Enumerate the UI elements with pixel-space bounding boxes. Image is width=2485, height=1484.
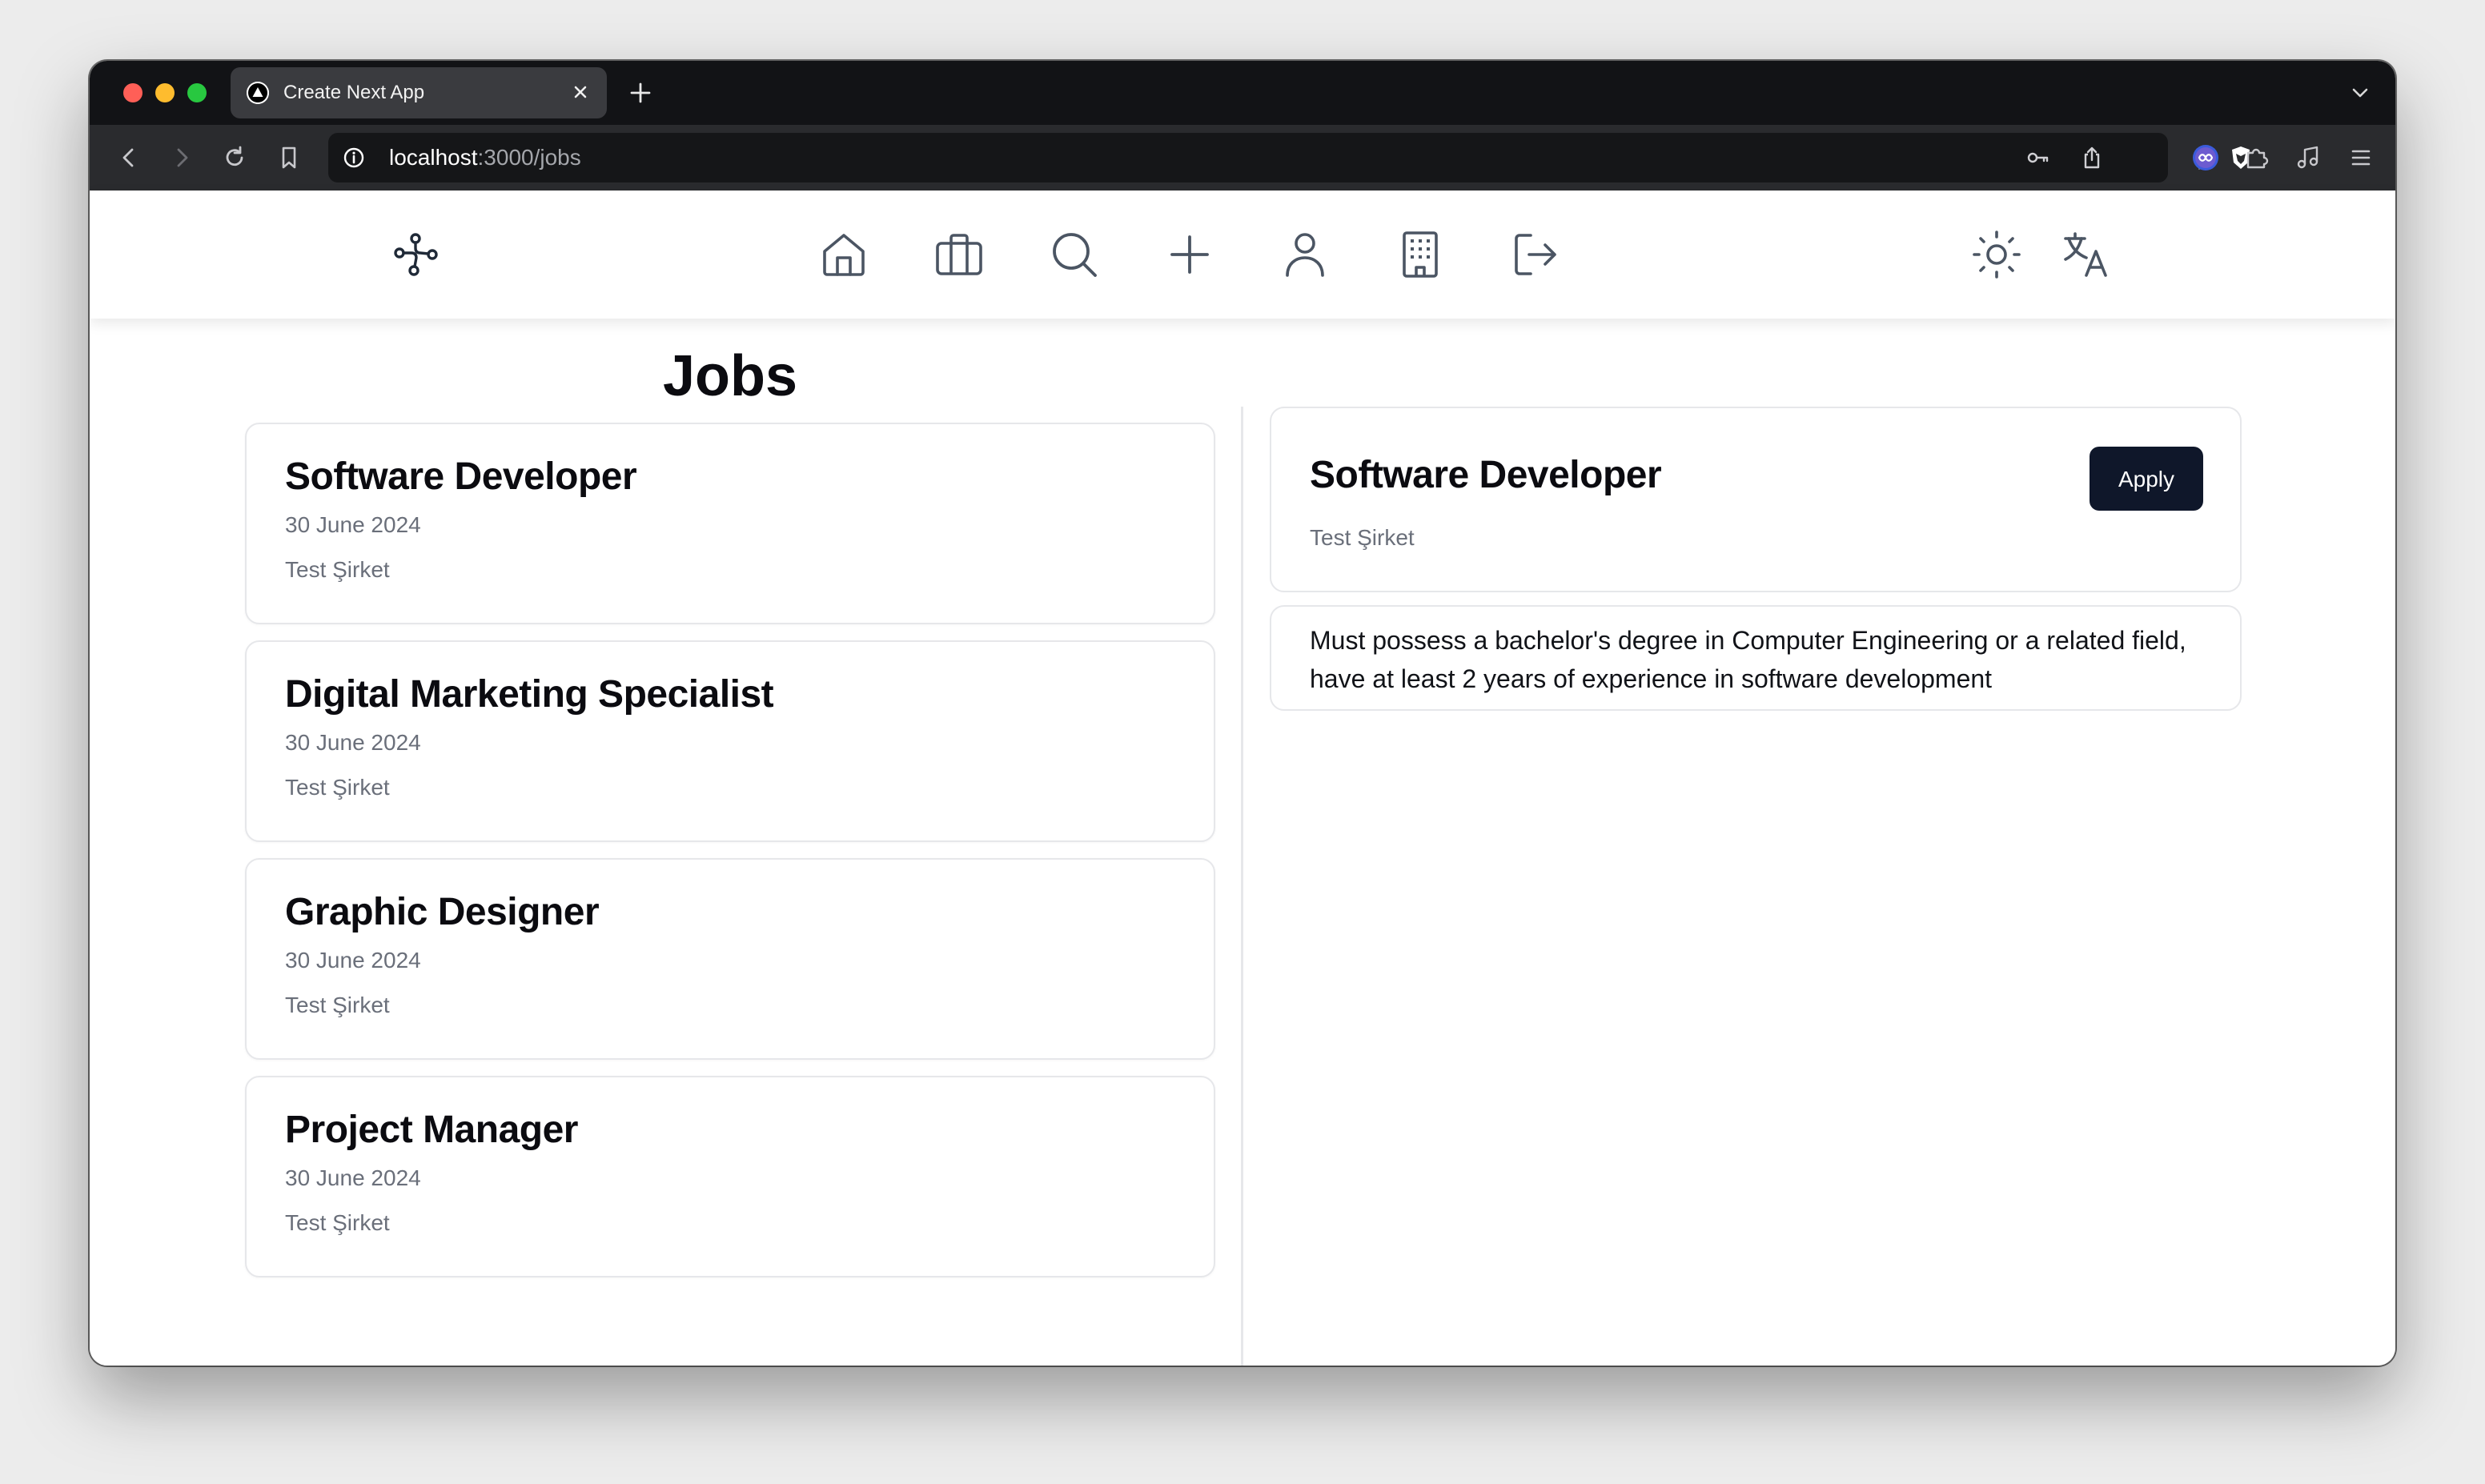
close-tab-icon[interactable]	[568, 80, 592, 104]
address-bar[interactable]: localhost:3000/jobs	[328, 133, 2250, 182]
reload-icon[interactable]	[219, 142, 250, 173]
job-card-graphic-designer[interactable]: Graphic Designer 30 June 2024 Test Şirke…	[245, 858, 1215, 1060]
back-icon[interactable]	[114, 142, 144, 173]
job-date: 30 June 2024	[285, 730, 421, 755]
browser-window: Create Next App localhost:3000/jobs Jobs…	[90, 61, 2395, 1366]
key-icon[interactable]	[2024, 144, 2051, 171]
search-icon[interactable]	[1049, 229, 1100, 280]
share-icon[interactable]	[2078, 144, 2106, 171]
browser-toolbar: localhost:3000/jobs	[90, 125, 2395, 191]
site-info-icon[interactable]	[341, 145, 367, 170]
job-title: Graphic Designer	[285, 891, 600, 933]
job-title: Digital Marketing Specialist	[285, 673, 774, 716]
apply-button[interactable]: Apply	[2090, 447, 2203, 511]
job-description-card: Must possess a bachelor's degree in Comp…	[1270, 605, 2242, 711]
job-title: Project Manager	[285, 1109, 578, 1151]
browser-tab[interactable]: Create Next App	[231, 67, 607, 118]
menu-icon[interactable]	[2346, 142, 2376, 173]
extensions-puzzle-icon[interactable]	[2242, 142, 2272, 173]
detail-company: Test Şirket	[1310, 525, 1415, 550]
app-navbar	[90, 191, 2395, 319]
home-icon[interactable]	[818, 229, 869, 280]
close-window-button[interactable]	[123, 83, 143, 102]
url-host: localhost	[389, 145, 478, 170]
job-description: Must possess a bachelor's degree in Comp…	[1310, 626, 2186, 693]
logout-icon[interactable]	[1510, 229, 1561, 280]
logo-network-icon[interactable]	[391, 229, 442, 280]
bookmark-icon[interactable]	[274, 142, 304, 173]
translate-icon[interactable]	[2061, 229, 2112, 280]
job-card-digital-marketing-specialist[interactable]: Digital Marketing Specialist 30 June 202…	[245, 640, 1215, 842]
detail-job-title: Software Developer	[1310, 454, 1662, 496]
forward-icon[interactable]	[167, 142, 197, 173]
job-company: Test Şirket	[285, 557, 390, 582]
chevron-down-icon[interactable]	[2347, 80, 2373, 106]
nextjs-triangle-icon	[247, 82, 269, 104]
minimize-window-button[interactable]	[155, 83, 175, 102]
briefcase-icon[interactable]	[933, 229, 985, 280]
new-tab-icon[interactable]	[626, 78, 655, 107]
job-detail-card: Software Developer Test Şirket Apply	[1270, 407, 2242, 592]
tab-bar: Create Next App	[90, 61, 2395, 125]
column-divider	[1241, 407, 1243, 1366]
job-card-software-developer[interactable]: Software Developer 30 June 2024 Test Şir…	[245, 423, 1215, 624]
user-icon[interactable]	[1279, 229, 1331, 280]
url-text[interactable]: localhost:3000/jobs	[389, 146, 581, 170]
extension-avatar-icon[interactable]	[2190, 142, 2221, 173]
maximize-window-button[interactable]	[187, 83, 207, 102]
page-title: Jobs	[662, 344, 798, 408]
job-card-project-manager[interactable]: Project Manager 30 June 2024 Test Şirket	[245, 1076, 1215, 1277]
job-date: 30 June 2024	[285, 512, 421, 537]
sun-icon[interactable]	[1971, 229, 2022, 280]
job-company: Test Şirket	[285, 993, 390, 1017]
page-content: Jobs Software Developer 30 June 2024 Tes…	[90, 191, 2395, 1366]
job-company: Test Şirket	[285, 1210, 390, 1235]
job-title: Software Developer	[285, 455, 637, 498]
job-company: Test Şirket	[285, 775, 390, 800]
tab-title: Create Next App	[283, 82, 425, 103]
url-path: :3000/jobs	[477, 145, 581, 170]
media-music-icon[interactable]	[2293, 142, 2323, 173]
building-icon[interactable]	[1395, 229, 1446, 280]
plus-icon[interactable]	[1164, 229, 1215, 280]
job-date: 30 June 2024	[285, 948, 421, 973]
job-date: 30 June 2024	[285, 1165, 421, 1190]
